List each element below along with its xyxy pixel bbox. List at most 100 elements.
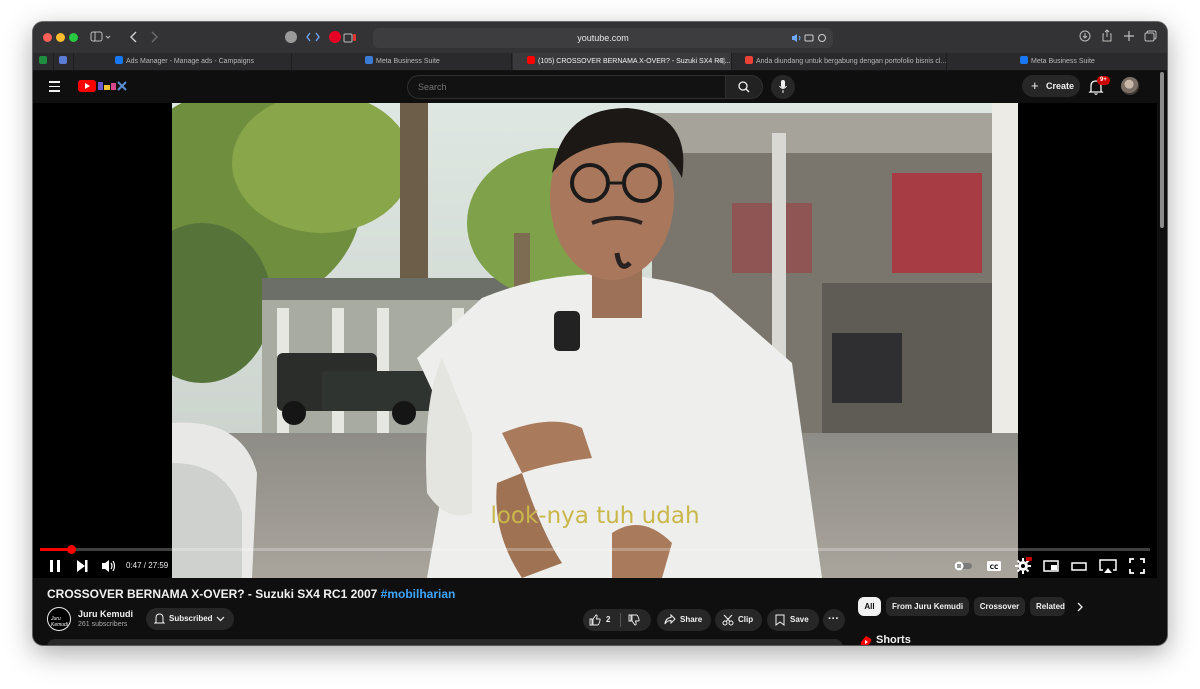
- chip-crossover[interactable]: Crossover: [974, 597, 1025, 616]
- video-title-text: CROSSOVER BERNAMA X-OVER? - Suzuki SX4 R…: [47, 587, 378, 601]
- like-dislike-group: 2: [583, 609, 651, 631]
- share-arrow-icon: [664, 614, 676, 625]
- tab-label: Meta Business Suite: [1031, 58, 1095, 65]
- fullscreen-button[interactable]: [1128, 557, 1146, 575]
- doodle-logo-icon[interactable]: [97, 79, 131, 93]
- tab-label: Anda diundang untuk bergabung dengan por…: [756, 58, 947, 65]
- thumbs-up-icon[interactable]: [589, 614, 601, 626]
- chip-all[interactable]: All: [858, 597, 881, 616]
- pause-button[interactable]: [47, 557, 63, 575]
- time-display: 0:47 / 27:59: [126, 561, 169, 570]
- video-hashtag-link[interactable]: #mobilharian: [381, 587, 456, 601]
- channel-subscriber-count: 261 subscribers: [78, 621, 128, 628]
- tab-ads-manager[interactable]: Ads Manager - Manage ads - Campaigns: [73, 53, 292, 70]
- bookmark-icon: [775, 614, 785, 626]
- close-window-button[interactable]: [43, 33, 52, 42]
- extension-icon[interactable]: [285, 31, 297, 43]
- search-input[interactable]: [408, 76, 728, 98]
- volume-button[interactable]: [101, 557, 117, 575]
- shorts-heading: Shorts: [876, 634, 911, 645]
- code-extension-icon[interactable]: [306, 31, 320, 43]
- channel-name[interactable]: Juru Kemudi: [78, 609, 133, 619]
- progress-scrubber[interactable]: [67, 545, 77, 554]
- create-label: Create: [1046, 81, 1075, 91]
- microphone-icon: [779, 80, 787, 93]
- airplay-button[interactable]: [1098, 557, 1118, 575]
- tab-meta-business-suite-2[interactable]: Meta Business Suite: [948, 53, 1167, 70]
- zoom-window-button[interactable]: [69, 33, 78, 42]
- browser-toolbar: youtube.com: [33, 22, 1167, 54]
- autoplay-toggle[interactable]: [953, 557, 973, 575]
- like-count[interactable]: 2: [606, 609, 610, 631]
- chip-from-channel[interactable]: From Juru Kemudi: [886, 597, 969, 616]
- settings-gear-icon[interactable]: [1014, 557, 1032, 575]
- clip-button[interactable]: Clip: [715, 609, 762, 631]
- chevron-right-icon[interactable]: [1075, 602, 1085, 612]
- next-video-button[interactable]: [74, 557, 90, 575]
- tab-audio-icon[interactable]: ◀): [718, 53, 726, 70]
- thumbs-down-icon[interactable]: [628, 614, 640, 626]
- sidebar-toggle-icon[interactable]: [90, 31, 112, 43]
- facebook-icon: [115, 56, 123, 64]
- captions-button[interactable]: CC: [985, 557, 1003, 575]
- back-arrow-icon[interactable]: [129, 31, 139, 43]
- youtube-icon: [527, 56, 535, 64]
- subscribed-label: Subscribed: [169, 614, 213, 623]
- reader-icon[interactable]: [343, 33, 353, 43]
- tab-youtube-video[interactable]: (105) CROSSOVER BERNAMA X-OVER? - Suzuki…: [513, 53, 732, 70]
- minimize-window-button[interactable]: [56, 33, 65, 42]
- more-actions-button[interactable]: ···: [823, 609, 845, 631]
- audio-playing-icon[interactable]: [791, 33, 827, 43]
- progress-bar[interactable]: [40, 545, 1150, 554]
- channel-avatar-text: Juru Kemudi: [51, 616, 68, 628]
- account-avatar[interactable]: [1121, 77, 1139, 95]
- tab-pinned-sheets[interactable]: [33, 53, 54, 70]
- address-text: youtube.com: [577, 33, 629, 43]
- save-button[interactable]: Save: [767, 609, 819, 631]
- create-button[interactable]: + Create: [1022, 75, 1080, 97]
- share-icon[interactable]: [1101, 29, 1113, 42]
- bell-icon: [154, 613, 165, 624]
- save-label: Save: [790, 615, 809, 624]
- youtube-header: + Create 9+: [33, 71, 1167, 103]
- gmail-icon: [745, 56, 753, 64]
- menu-icon[interactable]: [49, 81, 60, 95]
- more-horizontal-icon: ···: [828, 613, 839, 625]
- pinterest-icon[interactable]: [329, 31, 341, 43]
- channel-avatar[interactable]: Juru Kemudi: [47, 607, 71, 631]
- new-tab-icon[interactable]: [1123, 30, 1135, 42]
- subscribed-button[interactable]: Subscribed: [146, 608, 234, 630]
- search-icon: [738, 81, 750, 93]
- extension-marker-icon[interactable]: [353, 34, 356, 41]
- app-icon: [59, 56, 67, 64]
- forward-arrow-icon[interactable]: [149, 31, 159, 43]
- tab-pinned-app[interactable]: [53, 53, 74, 70]
- page-scrollbar[interactable]: [1160, 72, 1164, 228]
- description-box[interactable]: [47, 639, 843, 645]
- scissors-icon: [722, 614, 734, 626]
- video-player[interactable]: look-nya tuh udah 0:47 / 27:59 CC: [33, 103, 1157, 578]
- search-button[interactable]: [725, 75, 763, 99]
- youtube-logo-icon[interactable]: [78, 80, 96, 92]
- like-divider: [620, 613, 621, 627]
- search-bar: [407, 75, 728, 99]
- tab-label: Ads Manager - Manage ads - Campaigns: [126, 58, 255, 65]
- notification-badge: 9+: [1097, 76, 1110, 85]
- downloads-icon[interactable]: [1079, 30, 1091, 42]
- video-title: CROSSOVER BERNAMA X-OVER? - Suzuki SX4 R…: [47, 587, 455, 601]
- plus-icon: +: [1031, 78, 1039, 93]
- voice-search-button[interactable]: [771, 75, 795, 99]
- tab-overview-icon[interactable]: [1144, 30, 1157, 42]
- share-button[interactable]: Share: [657, 609, 711, 631]
- shorts-icon: [860, 636, 872, 645]
- theater-mode-button[interactable]: [1070, 557, 1088, 575]
- sheets-icon: [39, 56, 47, 64]
- video-subtitle: look-nya tuh udah: [490, 503, 699, 529]
- tab-meta-business-suite[interactable]: Meta Business Suite: [293, 53, 512, 70]
- chip-related[interactable]: Related: [1030, 597, 1065, 616]
- tab-gmail-invite[interactable]: Anda diundang untuk bergabung dengan por…: [733, 53, 947, 70]
- miniplayer-button[interactable]: [1042, 557, 1060, 575]
- address-bar[interactable]: youtube.com: [343, 28, 833, 48]
- tab-label: Meta Business Suite: [376, 58, 440, 65]
- share-label: Share: [680, 615, 703, 624]
